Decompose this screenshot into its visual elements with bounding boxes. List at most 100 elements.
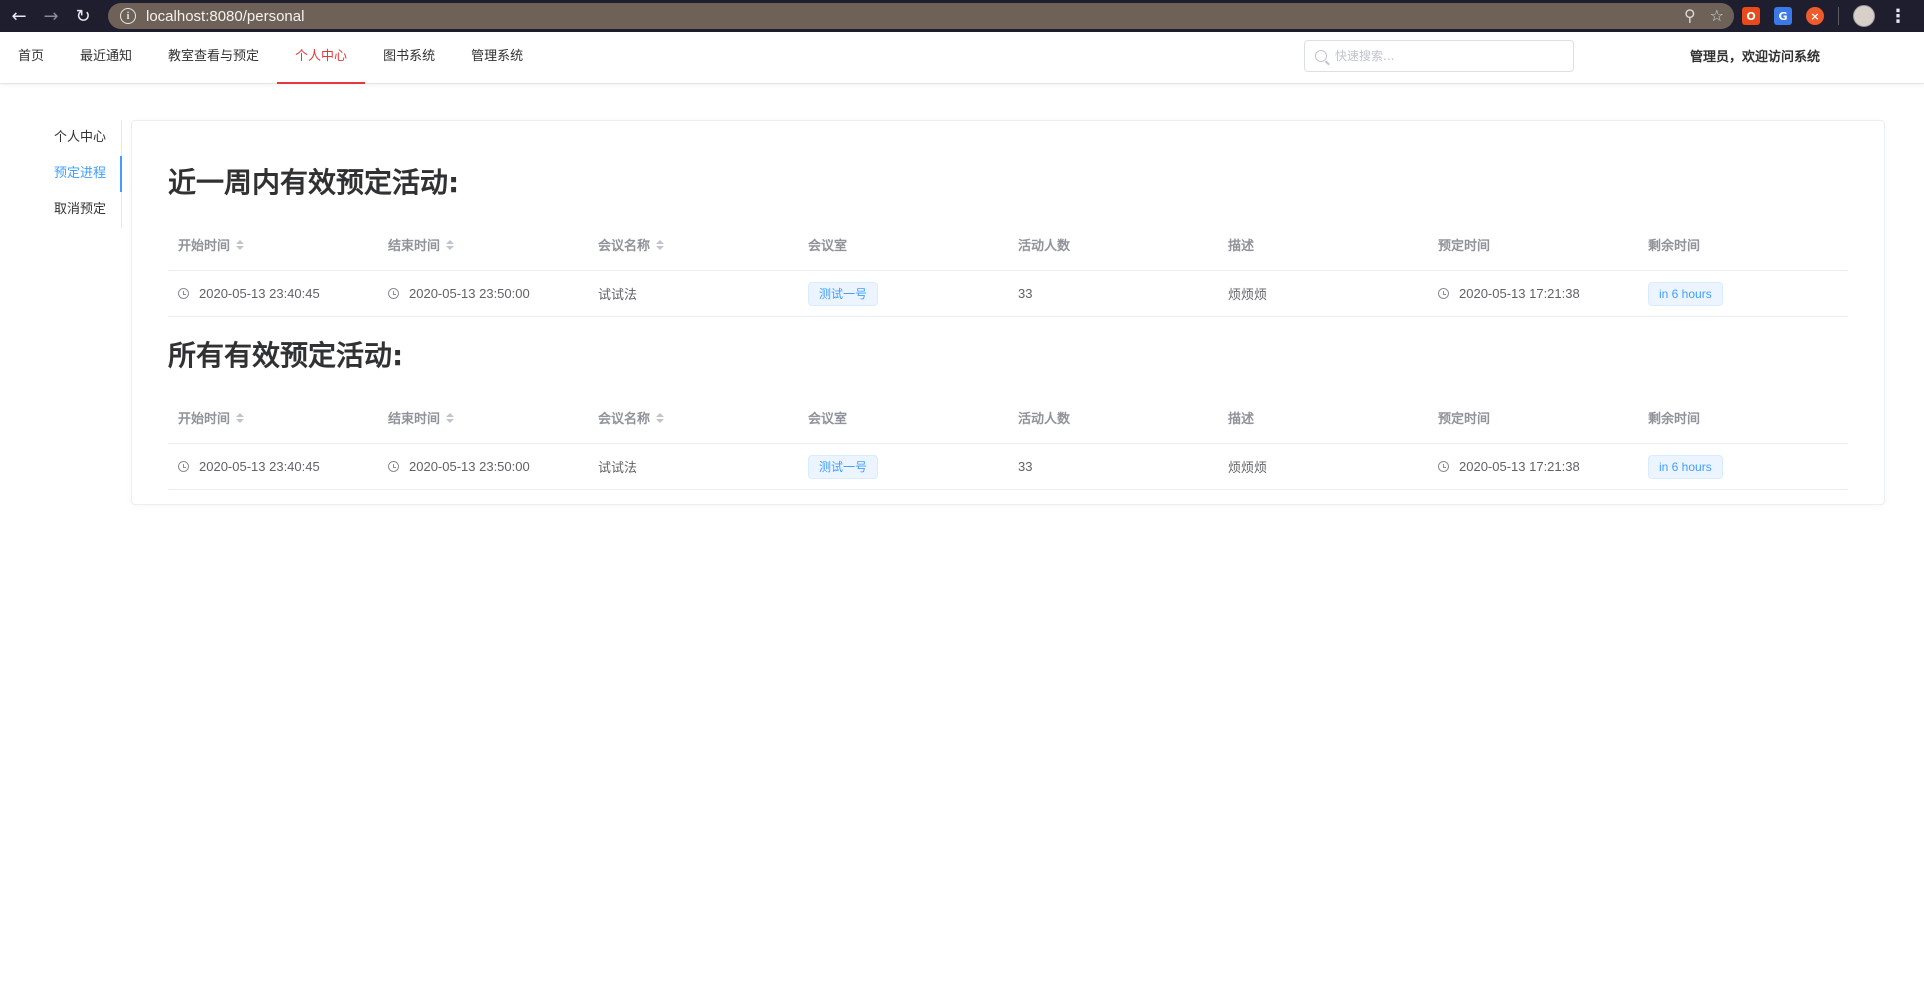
- cell-remaining: in 6 hours: [1638, 454, 1848, 479]
- all-section-title: 所有有效预定活动:: [168, 339, 404, 372]
- cell-desc: 烦烦烦: [1228, 461, 1268, 476]
- profile-avatar[interactable]: [1853, 5, 1875, 27]
- nav-item-notices[interactable]: 最近通知: [62, 32, 150, 84]
- column-header-name[interactable]: 会议名称: [588, 235, 798, 254]
- cell-room: 测试一号: [798, 454, 1008, 479]
- reload-icon[interactable]: ↻: [70, 3, 96, 29]
- site-info-icon[interactable]: i: [120, 8, 136, 24]
- office-extension-icon[interactable]: O: [1742, 7, 1760, 25]
- column-label: 会议名称: [598, 412, 651, 427]
- cell-people: 33: [1018, 459, 1033, 474]
- cell-text: 2020-05-13 23:40:45: [199, 459, 320, 474]
- sort-icon[interactable]: [446, 239, 455, 250]
- zoom-icon[interactable]: ⚲: [1684, 6, 1696, 25]
- top-navigation: 首页 最近通知 教室查看与预定 个人中心 图书系统 管理系统 管理员，欢迎访问系…: [0, 32, 1924, 84]
- remaining-tag: in 6 hours: [1648, 281, 1723, 306]
- column-header-remaining: 剩余时间: [1648, 239, 1701, 254]
- column-header-people: 活动人数: [1018, 412, 1071, 427]
- column-header-start[interactable]: 开始时间: [168, 235, 378, 254]
- table-header: 开始时间 结束时间 会议名称 会议室 活动人数 描述 预定时间 剩余时间: [168, 392, 1848, 444]
- side-item-cancel-booking[interactable]: 取消预定: [40, 192, 121, 228]
- forward-arrow-icon[interactable]: →: [38, 3, 64, 29]
- column-header-room: 会议室: [808, 412, 848, 427]
- week-bookings-table: 开始时间 结束时间 会议名称 会议室 活动人数 描述 预定时间 剩余时间 202…: [168, 219, 1848, 317]
- cell-name: 试试法: [598, 461, 638, 476]
- side-item-booking-progress[interactable]: 预定进程: [40, 156, 122, 192]
- clock-icon: [1438, 288, 1449, 299]
- clock-icon: [388, 288, 399, 299]
- column-header-start[interactable]: 开始时间: [168, 408, 378, 427]
- column-header-desc: 描述: [1228, 239, 1255, 254]
- nav-item-admin[interactable]: 管理系统: [453, 32, 541, 84]
- cell-desc: 烦烦烦: [1228, 288, 1268, 303]
- week-section-title: 近一周内有效预定活动:: [168, 166, 460, 199]
- cell-start: 2020-05-13 23:40:45: [168, 459, 378, 474]
- cell-end: 2020-05-13 23:50:00: [378, 459, 588, 474]
- bookmark-star-icon[interactable]: ☆: [1710, 6, 1724, 25]
- column-header-booked: 预定时间: [1438, 412, 1491, 427]
- column-label: 开始时间: [178, 239, 231, 254]
- address-bar-url[interactable]: localhost:8080/personal: [146, 8, 304, 25]
- column-label: 会议名称: [598, 239, 651, 254]
- column-header-end[interactable]: 结束时间: [378, 235, 588, 254]
- cell-booked: 2020-05-13 17:21:38: [1428, 286, 1638, 301]
- column-label: 结束时间: [388, 412, 441, 427]
- clock-icon: [178, 461, 189, 472]
- clock-icon: [388, 461, 399, 472]
- search-input[interactable]: [1335, 49, 1555, 63]
- browser-toolbar: ← → ↻ i localhost:8080/personal ⚲ ☆ O G …: [0, 0, 1924, 32]
- column-header-people: 活动人数: [1018, 239, 1071, 254]
- cell-remaining: in 6 hours: [1638, 281, 1848, 306]
- room-tag: 测试一号: [808, 281, 879, 306]
- cell-people: 33: [1018, 286, 1033, 301]
- search-box[interactable]: [1304, 40, 1574, 72]
- sort-icon[interactable]: [236, 239, 245, 250]
- sort-icon[interactable]: [656, 239, 665, 250]
- cell-text: 2020-05-13 17:21:38: [1459, 286, 1580, 301]
- nav-item-library[interactable]: 图书系统: [365, 32, 453, 84]
- cell-text: 2020-05-13 23:50:00: [409, 286, 530, 301]
- nav-item-personal[interactable]: 个人中心: [277, 32, 366, 84]
- nav-item-classroom[interactable]: 教室查看与预定: [150, 32, 277, 84]
- room-tag: 测试一号: [808, 454, 879, 479]
- sort-icon[interactable]: [656, 412, 665, 423]
- back-arrow-icon[interactable]: ←: [6, 3, 32, 29]
- column-label: 开始时间: [178, 412, 231, 427]
- cell-start: 2020-05-13 23:40:45: [168, 286, 378, 301]
- nav-menu: 首页 最近通知 教室查看与预定 个人中心 图书系统 管理系统: [0, 32, 541, 84]
- cell-name: 试试法: [598, 288, 638, 303]
- cell-text: 2020-05-13 23:50:00: [409, 459, 530, 474]
- side-menu: 个人中心 预定进程 取消预定: [40, 120, 122, 228]
- cell-room: 测试一号: [798, 281, 1008, 306]
- toolbar-divider: [1838, 7, 1839, 25]
- welcome-text: 管理员，欢迎访问系统: [1690, 50, 1821, 65]
- sort-icon[interactable]: [446, 412, 455, 423]
- column-header-remaining: 剩余时间: [1648, 412, 1701, 427]
- cell-end: 2020-05-13 23:50:00: [378, 286, 588, 301]
- extension-icon[interactable]: ×: [1806, 7, 1824, 25]
- clock-icon: [1438, 461, 1449, 472]
- table-row: 2020-05-13 23:40:45 2020-05-13 23:50:00 …: [168, 271, 1848, 317]
- table-row: 2020-05-13 23:40:45 2020-05-13 23:50:00 …: [168, 444, 1848, 490]
- browser-menu-icon[interactable]: ⋮: [1889, 6, 1907, 27]
- nav-item-home[interactable]: 首页: [0, 32, 62, 84]
- column-header-booked: 预定时间: [1438, 239, 1491, 254]
- address-bar[interactable]: i localhost:8080/personal ⚲ ☆: [108, 3, 1734, 29]
- column-header-desc: 描述: [1228, 412, 1255, 427]
- sort-icon[interactable]: [236, 412, 245, 423]
- table-header: 开始时间 结束时间 会议名称 会议室 活动人数 描述 预定时间 剩余时间: [168, 219, 1848, 271]
- column-header-room: 会议室: [808, 239, 848, 254]
- cell-booked: 2020-05-13 17:21:38: [1428, 459, 1638, 474]
- column-header-name[interactable]: 会议名称: [588, 408, 798, 427]
- column-header-end[interactable]: 结束时间: [378, 408, 588, 427]
- column-label: 结束时间: [388, 239, 441, 254]
- translate-extension-icon[interactable]: G: [1774, 7, 1792, 25]
- side-item-personal[interactable]: 个人中心: [40, 120, 121, 156]
- main-card: 近一周内有效预定活动: 开始时间 结束时间 会议名称 会议室 活动人数 描述 预…: [131, 120, 1885, 505]
- search-icon: [1315, 50, 1327, 62]
- cell-text: 2020-05-13 23:40:45: [199, 286, 320, 301]
- cell-text: 2020-05-13 17:21:38: [1459, 459, 1580, 474]
- all-bookings-table: 开始时间 结束时间 会议名称 会议室 活动人数 描述 预定时间 剩余时间 202…: [168, 392, 1848, 490]
- clock-icon: [178, 288, 189, 299]
- remaining-tag: in 6 hours: [1648, 454, 1723, 479]
